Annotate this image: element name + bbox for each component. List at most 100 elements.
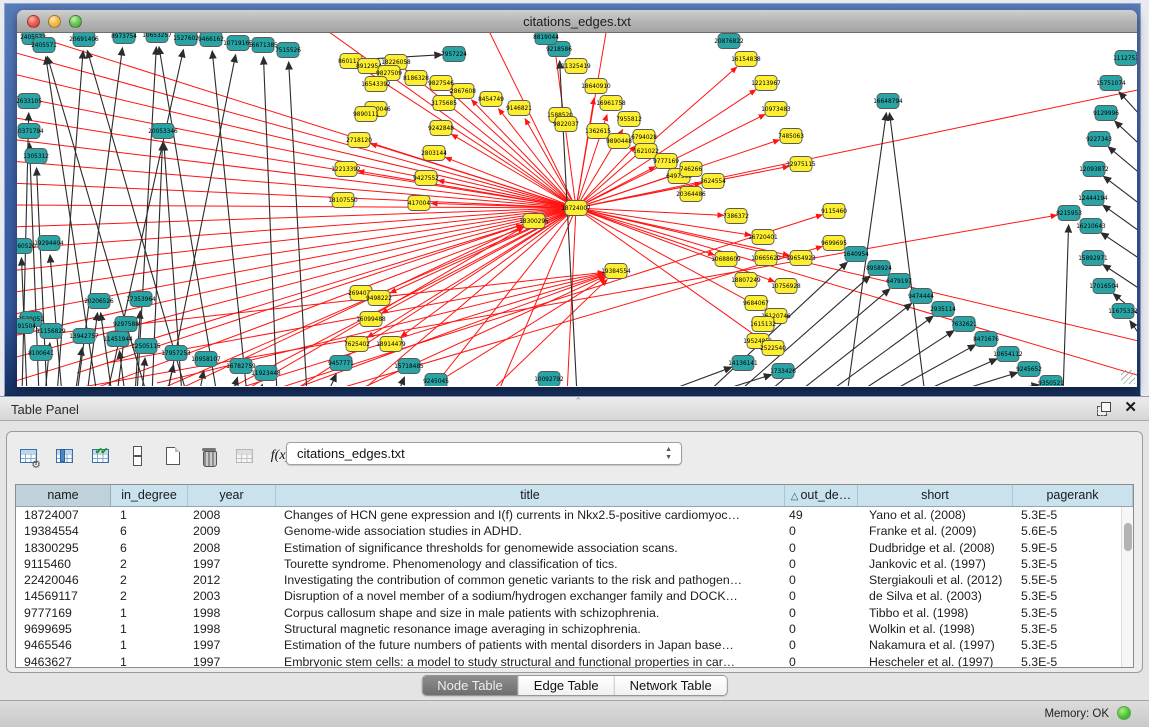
- graph-node[interactable]: 2718120: [346, 133, 372, 148]
- graph-node[interactable]: 8215953: [1056, 206, 1082, 221]
- graph-node[interactable]: 11675333: [1108, 304, 1137, 319]
- black-edge[interactable]: [159, 47, 217, 386]
- table-row[interactable]: 946554611997Estimation of the future num…: [16, 637, 1133, 653]
- graph-node[interactable]: 9777169: [653, 154, 679, 169]
- graph-node[interactable]: 15892971: [1078, 251, 1108, 266]
- graph-node[interactable]: 1640954: [843, 247, 869, 262]
- graph-node[interactable]: 9242848: [428, 121, 454, 136]
- graph-node[interactable]: 9684067: [743, 296, 769, 311]
- graph-node[interactable]: 1527602: [173, 33, 199, 46]
- graph-node[interactable]: 18107550: [328, 193, 358, 208]
- graph-node[interactable]: 7957224: [441, 47, 467, 62]
- black-edge[interactable]: [263, 57, 277, 386]
- graph-node[interactable]: 9115460: [821, 204, 847, 219]
- black-edge[interactable]: [167, 365, 173, 386]
- graph-node[interactable]: 1112753: [1113, 51, 1137, 66]
- column-header-year[interactable]: year: [188, 485, 276, 506]
- new-table-button[interactable]: [159, 443, 186, 470]
- graph-node[interactable]: 9457771: [328, 356, 354, 371]
- graph-node[interactable]: 746266: [680, 162, 702, 177]
- graph-node[interactable]: 12444194: [1078, 191, 1108, 206]
- table-cell[interactable]: 5.3E-5: [1013, 507, 1133, 523]
- table-cell[interactable]: Tourette syndrome. Phenomenology and cla…: [276, 556, 785, 572]
- table-row[interactable]: 1456911722003Disruption of a novel membe…: [16, 588, 1133, 604]
- graph-node[interactable]: 1305312: [23, 149, 49, 164]
- red-edge[interactable]: [427, 208, 576, 386]
- table-cell[interactable]: 9699695: [16, 621, 111, 637]
- table-cell[interactable]: Tibbo et al. (1998): [858, 605, 1013, 621]
- table-cell[interactable]: 18724007: [16, 507, 111, 523]
- graph-node[interactable]: 8958924: [866, 261, 892, 276]
- column-header-in-degree[interactable]: in_degree: [111, 485, 188, 506]
- table-cell[interactable]: 2003: [188, 588, 276, 604]
- table-cell[interactable]: 5.3E-5: [1013, 621, 1133, 637]
- graph-node[interactable]: 2522540: [760, 341, 786, 356]
- table-cell[interactable]: 5.3E-5: [1013, 605, 1133, 621]
- graph-node[interactable]: 12975115: [786, 157, 816, 172]
- graph-node[interactable]: 3175685: [431, 96, 457, 111]
- table-cell[interactable]: 2: [111, 572, 188, 588]
- table-cell[interactable]: 1: [111, 605, 188, 621]
- graph-node[interactable]: 10973483: [761, 102, 791, 117]
- table-cell[interactable]: 1: [111, 621, 188, 637]
- graph-node[interactable]: 10688609: [711, 252, 741, 267]
- table-cell[interactable]: Disruption of a novel member of a sodium…: [276, 588, 785, 604]
- table-cell[interactable]: 0: [785, 605, 858, 621]
- graph-node[interactable]: 12505115: [131, 339, 161, 354]
- graph-node[interactable]: 8471676: [973, 332, 999, 347]
- graph-node[interactable]: 9427552: [413, 171, 439, 186]
- graph-node[interactable]: 10092792: [534, 372, 564, 387]
- red-edge[interactable]: [576, 208, 1137, 343]
- black-edge[interactable]: [945, 373, 1018, 386]
- insert-column-button[interactable]: [51, 443, 78, 470]
- graph-node[interactable]: 17957253: [161, 346, 191, 361]
- graph-node[interactable]: 17016504: [1089, 279, 1119, 294]
- graph-node[interactable]: 18807249: [731, 273, 761, 288]
- graph-node[interactable]: 7386372: [723, 209, 749, 224]
- red-edge[interactable]: [417, 277, 606, 386]
- graph-node[interactable]: 10958107: [191, 352, 221, 367]
- close-panel-icon[interactable]: ✕: [1124, 401, 1137, 415]
- black-edge[interactable]: [1130, 321, 1137, 348]
- black-edge[interactable]: [1103, 205, 1137, 238]
- black-edge[interactable]: [87, 313, 97, 386]
- table-cell[interactable]: 19384554: [16, 523, 111, 539]
- graph-node[interactable]: 9297588: [113, 317, 139, 332]
- table-cell[interactable]: 9777169: [16, 605, 111, 621]
- column-header-short[interactable]: short: [858, 485, 1013, 506]
- graph-node[interactable]: 18640910: [581, 79, 611, 94]
- graph-node[interactable]: 20206526: [84, 294, 114, 309]
- graph-node[interactable]: 7515526: [275, 43, 301, 58]
- table-row[interactable]: 1872400712008Changes of HCN gene express…: [16, 507, 1133, 523]
- table-cell[interactable]: 0: [785, 654, 858, 668]
- graph-node[interactable]: 13942757: [69, 329, 99, 344]
- network-graph[interactable]: 2405572240557120691406897375410653257152…: [17, 33, 1137, 386]
- table-cell[interactable]: 1997: [188, 556, 276, 572]
- table-panel-titlebar[interactable]: ⌃ Table Panel ✕: [0, 396, 1149, 421]
- tab-node-table[interactable]: Node Table: [422, 676, 519, 695]
- graph-node[interactable]: 18300295: [519, 214, 549, 229]
- table-cell[interactable]: Corpus callosum shape and size in male p…: [276, 605, 785, 621]
- table-cell[interactable]: 5.3E-5: [1013, 556, 1133, 572]
- graph-node[interactable]: 19654923: [786, 251, 816, 266]
- graph-node[interactable]: 9890448: [606, 134, 632, 149]
- table-cell[interactable]: Estimation of the future numbers of pati…: [276, 637, 785, 653]
- graph-node[interactable]: 15718485: [394, 359, 424, 374]
- table-cell[interactable]: Genome-wide association studies in ADHD.: [276, 523, 785, 539]
- graph-node[interactable]: 9245045: [423, 374, 449, 387]
- graph-node[interactable]: 1615132: [750, 317, 776, 332]
- table-cell[interactable]: 5.5E-5: [1013, 572, 1133, 588]
- graph-node[interactable]: 8100641: [28, 346, 54, 361]
- table-cell[interactable]: 2: [111, 588, 188, 604]
- float-panel-icon[interactable]: [1097, 402, 1110, 415]
- table-cell[interactable]: 5.3E-5: [1013, 654, 1133, 668]
- black-edge[interactable]: [397, 377, 404, 386]
- graph-node[interactable]: 3624554: [700, 174, 726, 189]
- black-edge[interactable]: [1119, 92, 1137, 125]
- network-canvas[interactable]: 2405572240557120691406897375410653257152…: [17, 33, 1137, 386]
- table-row[interactable]: 911546021997Tourette syndrome. Phenomeno…: [16, 556, 1133, 572]
- graph-node[interactable]: 9350521: [1038, 376, 1064, 387]
- table-cell[interactable]: 5.3E-5: [1013, 637, 1133, 653]
- table-cell[interactable]: 1997: [188, 654, 276, 668]
- table-cell[interactable]: Jankovic et al. (1997): [858, 556, 1013, 572]
